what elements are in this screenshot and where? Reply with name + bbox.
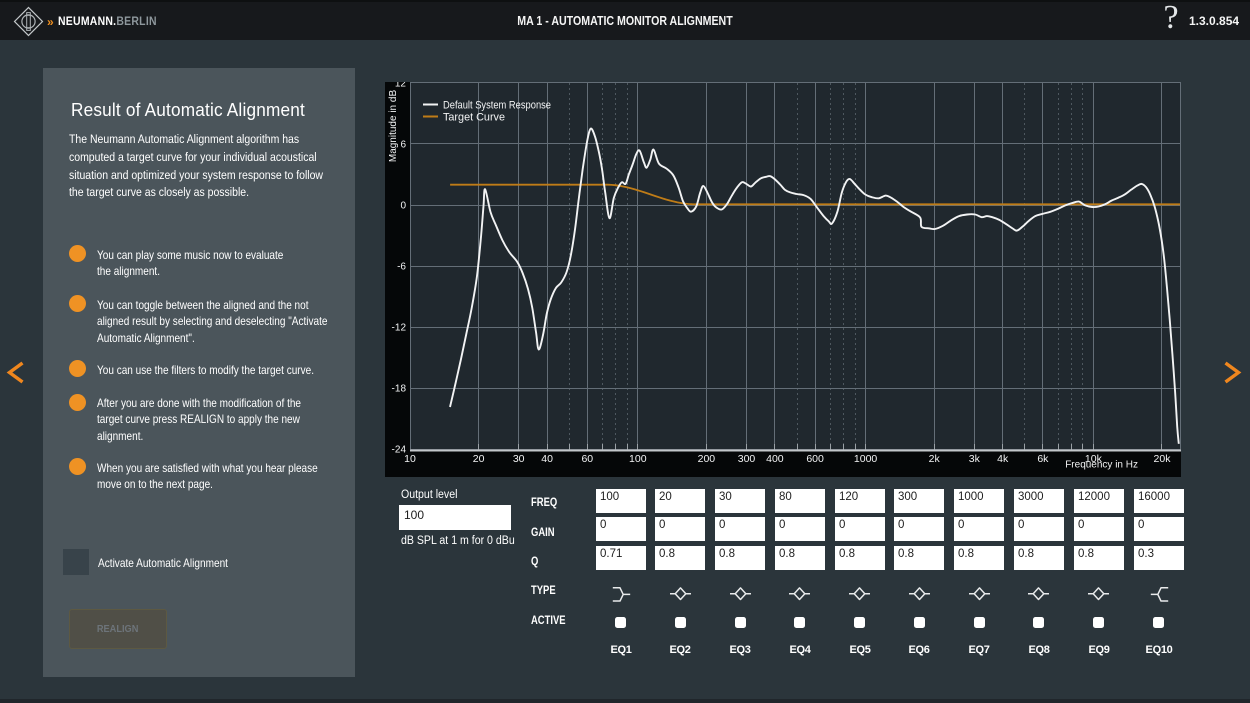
svg-text:60: 60 bbox=[581, 453, 593, 465]
svg-text:10: 10 bbox=[404, 453, 416, 465]
svg-text:Magnitude in dB: Magnitude in dB bbox=[388, 90, 399, 163]
svg-text:-18: -18 bbox=[392, 384, 407, 395]
svg-text:600: 600 bbox=[806, 453, 824, 465]
svg-text:1000: 1000 bbox=[854, 453, 878, 465]
svg-text:Default System Response: Default System Response bbox=[443, 100, 551, 112]
svg-text:30: 30 bbox=[513, 453, 525, 465]
svg-text:20k: 20k bbox=[1154, 453, 1172, 465]
svg-text:100: 100 bbox=[629, 453, 647, 465]
svg-text:40: 40 bbox=[541, 453, 553, 465]
svg-text:20: 20 bbox=[473, 453, 485, 465]
svg-text:4k: 4k bbox=[997, 453, 1009, 465]
svg-text:6k: 6k bbox=[1037, 453, 1049, 465]
svg-text:6: 6 bbox=[400, 140, 406, 151]
svg-text:200: 200 bbox=[698, 453, 716, 465]
svg-text:400: 400 bbox=[766, 453, 784, 465]
svg-text:12: 12 bbox=[395, 82, 407, 90]
svg-text:-6: -6 bbox=[397, 262, 406, 273]
svg-text:300: 300 bbox=[738, 453, 756, 465]
svg-text:0: 0 bbox=[400, 201, 406, 212]
svg-text:-12: -12 bbox=[392, 323, 407, 334]
svg-text:Frequency in Hz: Frequency in Hz bbox=[1065, 460, 1138, 471]
svg-text:3k: 3k bbox=[969, 453, 981, 465]
svg-text:2k: 2k bbox=[929, 453, 941, 465]
svg-text:Target Curve: Target Curve bbox=[443, 112, 505, 124]
